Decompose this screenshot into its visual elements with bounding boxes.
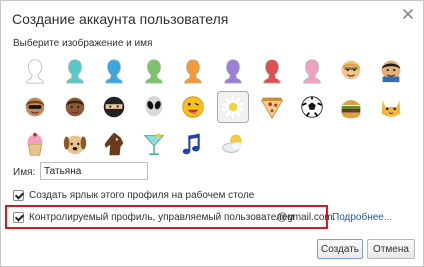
create-button[interactable]: Создать [317,239,363,259]
avatar-man-cartoon[interactable] [60,92,90,122]
avatar-pizza-icon [260,97,284,120]
avatar-silhouette-green-icon [144,59,163,84]
avatar-hamburger[interactable] [336,92,366,122]
avatar-cat[interactable] [376,92,406,122]
dialog-title: Создание аккаунта пользователя [12,11,229,27]
avatar-silhouette-white-icon [26,59,44,84]
supervised-checkbox[interactable] [13,212,24,223]
avatar-horse[interactable] [99,129,129,159]
avatar-silhouette-purple-icon [223,59,242,84]
avatar-silhouette-cyan-icon [65,59,84,84]
avatar-ninja-icon [103,96,125,118]
avatar-flower-icon [220,94,245,120]
avatar-woman-sunglasses-icon [25,97,45,117]
avatar-ninja[interactable] [99,92,129,122]
avatar-silhouette-red[interactable] [257,55,287,85]
supervised-option[interactable]: Контролируемый профиль, управляемый поль… [13,212,294,223]
avatar-man-cartoon-icon [65,97,84,117]
create-user-dialog: Создание аккаунта пользователя Выберите … [0,0,424,267]
avatar-smiley[interactable] [178,92,208,122]
cancel-button[interactable]: Отмена [367,239,415,259]
avatar-alien-icon [145,95,162,117]
avatar-dog[interactable] [60,129,90,159]
shortcut-label: Создать ярлык этого профиля на рабочем с… [29,190,255,201]
avatar-ninja-cartoon-icon [381,60,400,83]
avatar-silhouette-orange-icon [184,59,202,84]
avatar-dog-icon [63,135,86,155]
learn-more-link[interactable]: Подробнее... [332,212,392,223]
avatar-music-note[interactable] [178,129,208,159]
avatar-silhouette-green[interactable] [139,55,169,85]
supervisor-email: @gmail.com. [277,212,336,223]
avatar-silhouette-blue[interactable] [99,55,129,85]
avatar-cocktail[interactable] [139,129,169,159]
avatar-silhouette-pink-icon [302,59,321,84]
avatar-music-note-icon [182,133,200,155]
avatar-silhouette-blue-icon [105,59,123,84]
shortcut-option[interactable]: Создать ярлык этого профиля на рабочем с… [13,190,254,201]
avatar-smiley-icon [182,96,204,118]
avatar-horse-icon [104,132,124,156]
avatar-woman-sunglasses[interactable] [20,92,50,122]
avatar-soccer-ball-icon [300,96,323,118]
avatar-silhouette-cyan[interactable] [60,55,90,85]
supervised-label: Контролируемый профиль, управляемый поль… [29,212,295,223]
name-label: Имя: [13,167,36,178]
avatar-cupcake-icon [27,132,43,156]
avatar-hamburger-icon [341,100,361,119]
avatar-businessman-cartoon[interactable] [336,55,366,85]
avatar-flower[interactable] [216,91,249,123]
avatar-cupcake[interactable] [20,129,50,159]
avatar-ninja-cartoon[interactable] [376,55,406,85]
avatar-sun-cloud[interactable] [218,129,248,159]
avatar-silhouette-red-icon [263,59,281,84]
avatar-cat-icon [381,100,400,117]
avatar-soccer-ball[interactable] [297,92,327,122]
avatar-subtitle: Выберите изображение и имя [13,38,153,49]
avatar-alien[interactable] [139,92,169,122]
name-input[interactable] [40,162,148,180]
avatar-silhouette-pink[interactable] [297,55,327,85]
avatar-cocktail-icon [143,133,164,156]
avatar-sun-cloud-icon [221,134,242,153]
avatar-businessman-cartoon-icon [341,60,361,80]
avatar-silhouette-orange[interactable] [178,55,208,85]
avatar-pizza[interactable] [257,92,287,122]
avatar-silhouette-white[interactable] [20,55,50,85]
shortcut-checkbox[interactable] [13,190,24,201]
avatar-silhouette-purple[interactable] [218,55,248,85]
close-icon[interactable] [401,7,415,21]
